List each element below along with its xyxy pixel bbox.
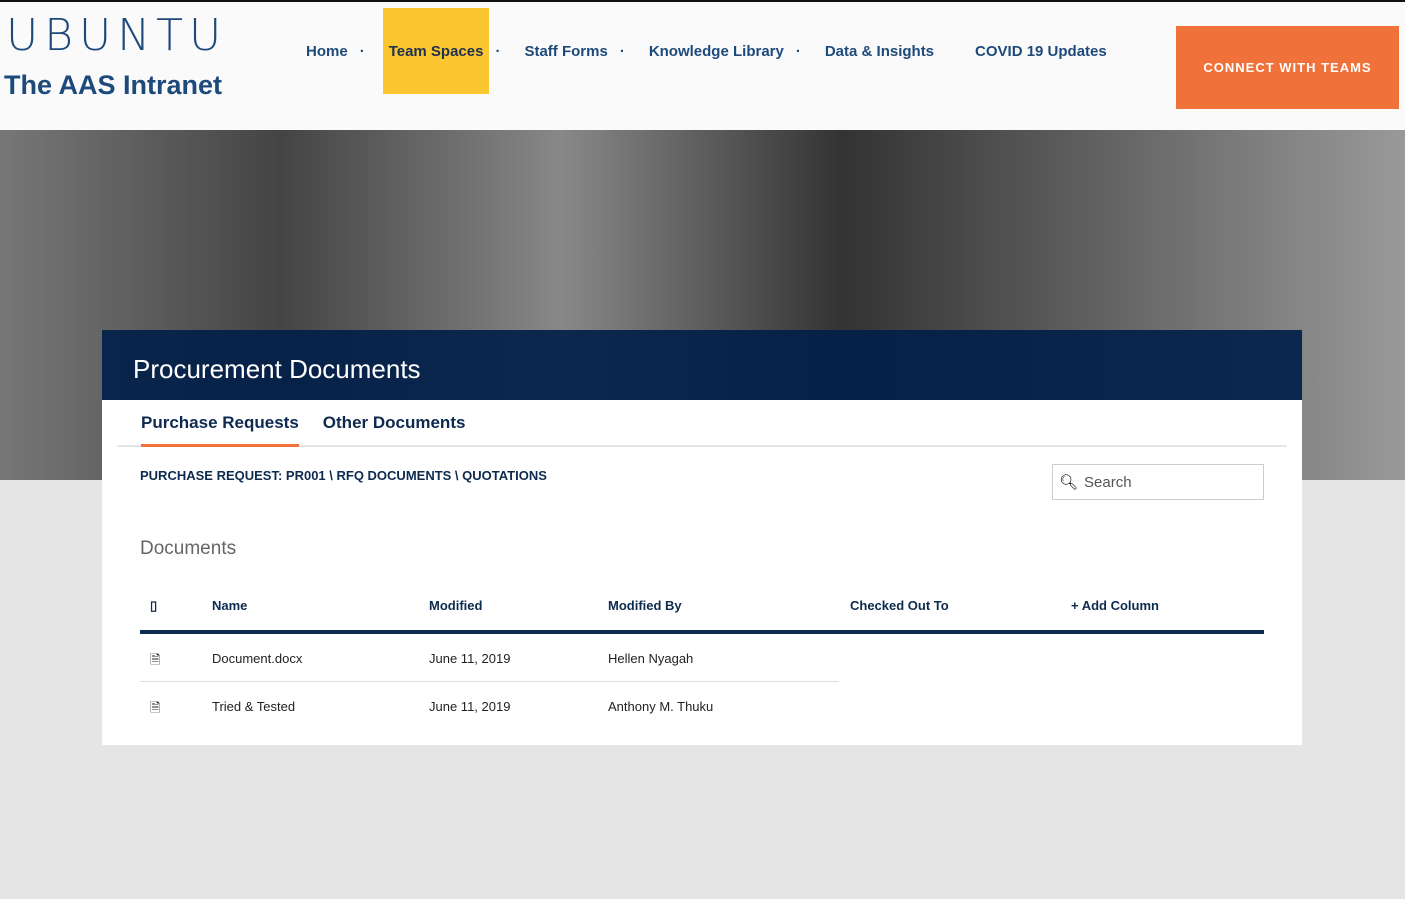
- header: UBUNTU The AAS Intranet Home · Team Space…: [0, 0, 1405, 130]
- column-modified-by[interactable]: Modified By: [608, 598, 682, 613]
- table-row[interactable]: 🗎︎ Tried & Tested June 11, 2019 Anthony …: [140, 682, 839, 730]
- tab-purchase-requests[interactable]: Purchase Requests: [141, 400, 299, 447]
- search-placeholder: Search: [1084, 473, 1132, 491]
- nav-home[interactable]: Home: [300, 8, 354, 94]
- modified-by: Hellen Nyagah: [608, 651, 694, 666]
- connect-with-teams-button[interactable]: CONNECT WITH TEAMS: [1176, 26, 1399, 109]
- modified-by: Anthony M. Thuku: [608, 699, 714, 714]
- site-subtitle: The AAS Intranet: [4, 70, 223, 100]
- tabs: Purchase Requests Other Documents: [117, 400, 1287, 447]
- documents-panel: Purchase Requests Other Documents PURCHA…: [102, 400, 1302, 745]
- table-row[interactable]: 🗎︎ Document.docx June 11, 2019 Hellen Ny…: [140, 634, 839, 682]
- excel-file-icon: 🗎︎: [150, 700, 161, 715]
- main-nav: Home · Team Spaces · Staff Forms · Knowledg…: [300, 7, 1119, 95]
- column-name[interactable]: Name: [212, 598, 247, 613]
- breadcrumb[interactable]: PURCHASE REQUEST: PR001 \ RFQ DOCUMENTS …: [140, 468, 547, 483]
- nav-covid-updates[interactable]: COVID 19 Updates: [969, 8, 1113, 94]
- file-name[interactable]: Tried & Tested: [212, 699, 295, 714]
- file-type-icon: ▯: [150, 598, 158, 613]
- separator: ·: [359, 42, 365, 60]
- modified-date: June 11, 2019: [429, 699, 511, 714]
- nav-data-insights[interactable]: Data & Insights: [819, 8, 940, 94]
- nav-team-spaces[interactable]: Team Spaces: [382, 8, 490, 94]
- modified-date: June 11, 2019: [429, 651, 511, 666]
- separator: ·: [619, 42, 625, 60]
- separator: ·: [795, 42, 801, 60]
- word-file-icon: 🗎︎: [150, 652, 161, 667]
- separator: ·: [495, 42, 501, 60]
- add-column-button[interactable]: + Add Column: [1071, 598, 1159, 613]
- section-heading: Documents: [140, 538, 237, 559]
- tab-other-documents[interactable]: Other Documents: [323, 400, 466, 445]
- search-input[interactable]: 🔍︎ Search: [1052, 464, 1264, 500]
- nav-staff-forms[interactable]: Staff Forms: [518, 8, 613, 94]
- logo[interactable]: UBUNTU: [6, 10, 227, 61]
- file-name[interactable]: Document.docx: [212, 651, 302, 666]
- page-title: Procurement Documents: [102, 330, 1302, 400]
- column-checked-out-to[interactable]: Checked Out To: [850, 598, 949, 613]
- nav-knowledge-library[interactable]: Knowledge Library: [643, 8, 790, 94]
- search-icon: 🔍︎: [1059, 474, 1079, 491]
- column-modified[interactable]: Modified: [429, 598, 482, 613]
